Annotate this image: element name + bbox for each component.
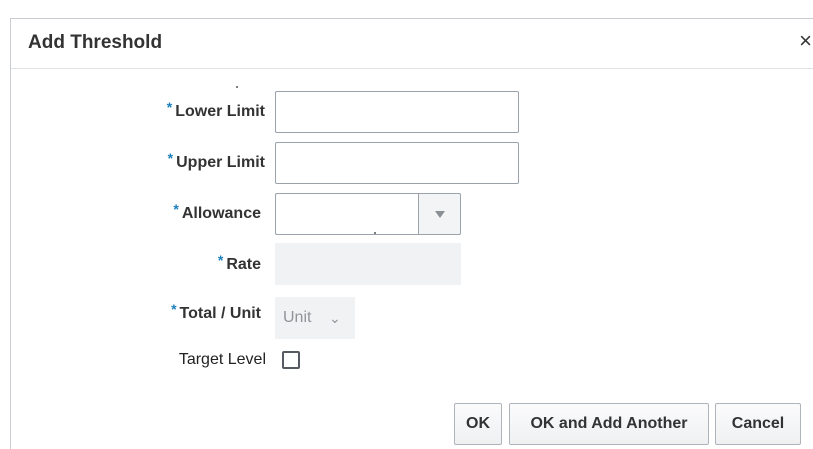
rate-label-text: Rate (226, 256, 261, 273)
required-marker: * (166, 99, 173, 115)
total-unit-select[interactable]: Unit ⌄ (275, 297, 355, 339)
required-marker: * (173, 201, 179, 217)
dialog-title: Add Threshold (28, 32, 163, 53)
upper-limit-label: * Upper Limit (168, 150, 265, 172)
required-marker: * (217, 252, 224, 268)
upper-limit-input[interactable] (275, 142, 519, 184)
stray-dot (374, 232, 376, 234)
total-unit-value: Unit (283, 309, 312, 326)
dialog-titlebar: Add Threshold × (11, 19, 813, 69)
stray-dot (236, 86, 238, 88)
rate-field (275, 243, 461, 285)
lower-limit-label: * Lower Limit (167, 99, 265, 121)
required-marker: * (171, 301, 177, 317)
close-icon[interactable]: × (799, 30, 812, 52)
lower-limit-label-text: Lower Limit (175, 103, 265, 120)
lower-limit-input[interactable] (275, 91, 519, 133)
cancel-button[interactable]: Cancel (715, 403, 801, 445)
ok-and-add-another-button[interactable]: OK and Add Another (509, 403, 709, 445)
allowance-dropdown-button[interactable] (418, 193, 461, 235)
target-level-label: Target Level (178, 351, 266, 368)
required-marker: * (167, 150, 174, 166)
rate-label: * Rate (218, 252, 261, 274)
target-level-checkbox[interactable] (282, 351, 300, 369)
total-unit-label-text: Total / Unit (179, 305, 261, 322)
allowance-label-text: Allowance (181, 205, 261, 222)
chevron-down-icon: ⌄ (329, 310, 341, 326)
allowance-select[interactable] (275, 193, 419, 235)
allowance-label: * Allowance (173, 201, 261, 223)
total-unit-label: * Total / Unit (171, 301, 261, 323)
ok-button[interactable]: OK (454, 403, 502, 445)
add-threshold-dialog: Add Threshold × * Lower Limit * Upper Limi… (10, 18, 813, 449)
upper-limit-label-text: Upper Limit (176, 154, 265, 171)
triangle-down-icon (435, 211, 445, 218)
